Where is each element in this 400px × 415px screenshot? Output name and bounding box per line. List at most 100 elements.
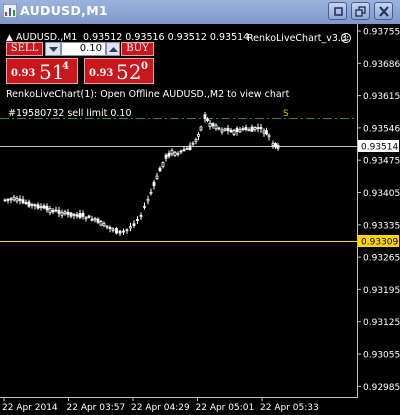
- price-tick-label: 0.93686: [363, 60, 400, 70]
- current-price-label: 0.93514: [361, 143, 398, 153]
- sell-price-big: 51: [39, 60, 65, 84]
- marked-price-label: 0.93309: [361, 238, 398, 248]
- candle-up: [111, 228, 115, 231]
- time-tick-label: 22 Apr 05:01: [196, 403, 255, 413]
- candle-down: [256, 127, 260, 130]
- candle-up: [247, 129, 251, 132]
- price-tick-label: 0.93405: [363, 189, 400, 199]
- candle-up: [199, 126, 203, 131]
- candle-down: [226, 127, 230, 131]
- price-tick-label: 0.93195: [363, 286, 400, 296]
- candle-down: [51, 209, 55, 213]
- candle-down: [24, 202, 28, 204]
- candle-up: [72, 213, 76, 216]
- restore-button[interactable]: [351, 2, 370, 20]
- buy-price-button[interactable]: 0.93 52 0: [84, 58, 154, 84]
- price-tick-label: 0.93265: [363, 254, 400, 264]
- restore-down-icon: [334, 7, 343, 16]
- one-click-trade-panel: SELL 0.10 BUY 0.93 51 4 0.93 52 0: [6, 42, 154, 86]
- candle-down: [182, 149, 186, 152]
- candle-up: [232, 130, 236, 135]
- candle-down: [211, 123, 215, 127]
- candle-down: [122, 230, 125, 233]
- price-tick-label: 0.93125: [363, 318, 400, 328]
- candle-down: [158, 167, 162, 172]
- indicator-label: RenkoLiveChart_v3.3: [247, 33, 347, 44]
- candle-up: [170, 149, 174, 155]
- candle-up: [99, 221, 103, 226]
- candle-down: [96, 218, 100, 223]
- candle-up: [223, 128, 227, 131]
- candle-up: [217, 127, 221, 130]
- price-tick-label: 0.93055: [363, 351, 400, 361]
- buy-button[interactable]: BUY: [121, 42, 154, 56]
- candle-down: [203, 114, 207, 119]
- candle-up: [262, 130, 266, 134]
- sell-price-pip: 4: [62, 61, 69, 72]
- chevron-down-icon: [49, 47, 58, 52]
- candle-down: [108, 226, 112, 229]
- candle-up: [191, 142, 195, 145]
- time-tick-label: 22 Apr 03:57: [67, 403, 126, 413]
- candle-up: [241, 128, 245, 130]
- candle-up: [9, 198, 13, 201]
- candle-down: [90, 218, 94, 221]
- candle-down: [206, 118, 209, 121]
- candle-up: [93, 218, 97, 221]
- sell-price-button[interactable]: 0.93 51 4: [6, 58, 78, 84]
- candle-down: [33, 204, 37, 207]
- candle-down: [42, 205, 46, 209]
- candle-up: [149, 191, 153, 194]
- price-tick-label: 0.93546: [363, 124, 400, 134]
- sell-button[interactable]: SELL: [6, 42, 43, 56]
- candle-up: [60, 212, 64, 216]
- candle-up: [84, 217, 88, 220]
- candle-down: [57, 210, 61, 214]
- lot-decrease-button[interactable]: [45, 42, 61, 56]
- lot-size-input[interactable]: 0.10: [61, 42, 106, 56]
- close-button[interactable]: [374, 2, 393, 20]
- candle-down: [136, 219, 139, 221]
- title-bar[interactable]: AUDUSD,M1: [0, 0, 400, 25]
- renko-notice: RenkoLiveChart(1): Open Offline AUDUSD.,…: [6, 89, 290, 100]
- candle-down: [276, 144, 280, 149]
- candle-down: [54, 209, 58, 212]
- candle-up: [129, 226, 132, 229]
- lot-increase-button[interactable]: [106, 42, 120, 56]
- candle-down: [36, 204, 40, 209]
- chart-app-icon: [3, 4, 17, 18]
- candle-down: [152, 181, 156, 187]
- restore-icon: [355, 6, 366, 17]
- restore-down-button[interactable]: [328, 2, 347, 20]
- candle-down: [69, 212, 73, 217]
- price-tick-label: 0.93615: [363, 92, 400, 102]
- candle-down: [115, 228, 118, 234]
- candle-down: [87, 215, 91, 218]
- buy-price-prefix: 0.93: [89, 68, 114, 79]
- candle-down: [235, 127, 239, 133]
- candle-down: [21, 199, 25, 204]
- candle-up: [267, 134, 271, 138]
- price-tick-label: 0.93475: [363, 157, 400, 167]
- buy-price-big: 52: [116, 60, 142, 84]
- buy-price-pip: 0: [141, 61, 148, 72]
- candle-down: [27, 201, 31, 207]
- chevron-up-icon: [109, 47, 118, 52]
- time-tick-label: 22 Apr 04:29: [131, 403, 190, 413]
- candle-up: [194, 139, 198, 142]
- candle-down: [18, 198, 22, 201]
- time-tick-label: 22 Apr 05:33: [260, 403, 319, 413]
- candle-up: [220, 129, 224, 133]
- candle-down: [45, 205, 49, 211]
- price-tick-label: 0.93755: [363, 28, 400, 38]
- candle-up: [48, 207, 52, 214]
- candle-down: [3, 199, 7, 202]
- candle-up: [214, 124, 218, 130]
- candle-down: [6, 198, 10, 201]
- candle-down: [78, 213, 82, 218]
- candle-up: [271, 143, 275, 146]
- candle-up: [208, 122, 212, 127]
- candle-down: [164, 154, 168, 159]
- candle-down: [229, 129, 233, 133]
- candle-down: [139, 214, 143, 217]
